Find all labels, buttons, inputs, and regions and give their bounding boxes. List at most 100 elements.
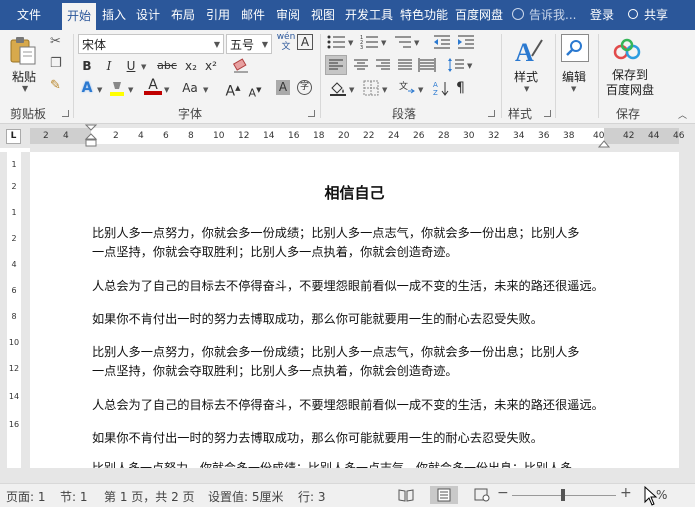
text-effects-button[interactable]: A xyxy=(78,79,96,97)
character-shading-button[interactable]: A xyxy=(276,80,290,95)
baidu-netdisk-icon[interactable] xyxy=(612,38,642,62)
sort-icon[interactable]: AZ xyxy=(432,79,450,97)
character-border-button[interactable]: A xyxy=(297,34,313,50)
tab-selector[interactable]: L xyxy=(6,129,21,144)
chevron-down-icon[interactable]: ▼ xyxy=(203,86,208,94)
superscript-button[interactable]: x² xyxy=(202,57,220,75)
paragraph-partial[interactable]: 比别人多一点努力，你就会多一份成绩；比别人多一点志气，你就会多一份出息；比别人多 xyxy=(92,461,572,468)
chevron-down-icon[interactable]: ▼ xyxy=(571,85,576,93)
paragraph[interactable]: 人总会为了自己的目标去不停得奋斗，不要埋怨眼前看似一成不变的生活，未来的路还很遥… xyxy=(92,396,622,415)
paragraph[interactable]: 比别人多一点努力，你就会多一份成绩；比别人多一点志气，你就会多一份出息；比别人多… xyxy=(92,224,622,262)
paste-icon[interactable] xyxy=(8,36,38,66)
chevron-down-icon[interactable]: ▼ xyxy=(467,62,472,70)
styles-button[interactable]: 样式 xyxy=(514,68,538,85)
paragraph[interactable]: 人总会为了自己的目标去不停得奋斗，不要埋怨眼前看似一成不变的生活，未来的路还很遥… xyxy=(92,277,622,296)
decrease-indent-icon[interactable] xyxy=(433,34,451,50)
paste-button[interactable]: 粘贴 xyxy=(12,68,36,85)
indent-marker-icon[interactable] xyxy=(84,124,98,148)
enclose-characters-button[interactable]: 字 xyxy=(297,80,312,95)
paragraph-launcher-icon[interactable] xyxy=(488,110,495,117)
chevron-down-icon[interactable]: ▼ xyxy=(382,86,387,94)
zoom-percent[interactable]: % xyxy=(656,488,667,502)
find-button[interactable] xyxy=(561,34,589,62)
document-title[interactable]: 相信自己 xyxy=(30,182,679,203)
right-indent-marker-icon[interactable] xyxy=(598,134,610,148)
bold-button[interactable]: B xyxy=(78,57,96,75)
tab-file[interactable]: 文件 xyxy=(8,0,50,30)
status-section[interactable]: 节: 1 xyxy=(60,488,88,505)
align-left-button[interactable] xyxy=(325,55,347,75)
collapse-ribbon-icon[interactable]: ︿ xyxy=(678,108,687,121)
multilevel-list-icon[interactable] xyxy=(393,34,413,50)
chevron-down-icon[interactable]: ▼ xyxy=(97,86,102,94)
highlight-button[interactable] xyxy=(108,79,126,97)
zoom-slider-thumb[interactable] xyxy=(561,489,565,501)
chevron-down-icon[interactable]: ▼ xyxy=(141,63,146,71)
font-name-select[interactable]: 宋体 ▼ xyxy=(78,34,224,54)
tab-layout[interactable]: 布局 xyxy=(168,0,198,30)
chevron-down-icon[interactable]: ▼ xyxy=(348,39,353,47)
paragraph[interactable]: 比别人多一点努力，你就会多一份成绩；比别人多一点志气，你就会多一份出息；比别人多… xyxy=(92,343,622,381)
italic-button[interactable]: I xyxy=(100,57,118,75)
clear-formatting-icon[interactable] xyxy=(232,58,250,74)
paragraph[interactable]: 如果你不肯付出一时的努力去博取成功，那么你可能就要用一生的耐心去忍受失败。 xyxy=(92,429,622,448)
tab-insert[interactable]: 插入 xyxy=(99,0,129,30)
web-layout-icon[interactable] xyxy=(474,488,490,502)
chevron-down-icon[interactable]: ▼ xyxy=(381,39,386,47)
chevron-down-icon[interactable]: ▼ xyxy=(524,85,529,93)
tab-mailings[interactable]: 邮件 xyxy=(238,0,268,30)
tab-design[interactable]: 设计 xyxy=(133,0,163,30)
chevron-down-icon[interactable]: ▼ xyxy=(414,39,419,47)
chevron-down-icon[interactable]: ▼ xyxy=(349,86,354,94)
font-size-select[interactable]: 五号 ▼ xyxy=(226,34,272,54)
align-center-icon[interactable] xyxy=(351,56,371,74)
shading-icon[interactable] xyxy=(328,79,348,97)
chevron-down-icon[interactable]: ▼ xyxy=(164,86,169,94)
status-row[interactable]: 行: 3 xyxy=(298,488,326,505)
line-spacing-icon[interactable] xyxy=(446,56,466,74)
chinese-layout-icon[interactable]: 文 xyxy=(398,79,416,97)
underline-button[interactable]: U xyxy=(122,57,140,75)
paste-dropdown-icon[interactable]: ▼ xyxy=(22,84,28,93)
read-mode-icon[interactable] xyxy=(398,488,414,502)
copy-icon[interactable]: ❐ xyxy=(50,56,62,71)
tab-references[interactable]: 引用 xyxy=(203,0,233,30)
paragraph[interactable]: 如果你不肯付出一时的努力去博取成功，那么你可能就要用一生的耐心去忍受失败。 xyxy=(92,310,622,329)
clipboard-launcher-icon[interactable] xyxy=(62,110,69,117)
editing-button[interactable]: 编辑 xyxy=(562,68,586,85)
status-page-count[interactable]: 第 1 页，共 2 页 xyxy=(104,488,195,505)
change-case-button[interactable]: Aa xyxy=(178,79,202,97)
tab-special[interactable]: 特色功能 xyxy=(398,0,450,30)
grow-font-button[interactable]: A▲ xyxy=(224,79,242,100)
login-button[interactable]: 登录 xyxy=(590,0,614,30)
zoom-out-icon[interactable]: − xyxy=(497,485,509,501)
tab-review[interactable]: 审阅 xyxy=(273,0,303,30)
strikethrough-button[interactable]: abc xyxy=(155,57,179,75)
font-color-button[interactable]: A xyxy=(144,77,162,95)
styles-icon[interactable]: A xyxy=(514,36,544,66)
tell-me-box[interactable]: 告诉我... xyxy=(512,0,576,30)
document-page[interactable]: 相信自己 比别人多一点努力，你就会多一份成绩；比别人多一点志气，你就会多一份出息… xyxy=(30,152,679,468)
cut-icon[interactable]: ✂ xyxy=(50,34,61,49)
distributed-icon[interactable] xyxy=(417,56,437,74)
font-launcher-icon[interactable] xyxy=(308,110,315,117)
tab-baidu-netdisk[interactable]: 百度网盘 xyxy=(452,0,506,30)
numbering-icon[interactable]: 123 xyxy=(360,34,380,50)
increase-indent-icon[interactable] xyxy=(457,34,475,50)
status-position[interactable]: 设置值: 5厘米 xyxy=(208,488,284,505)
subscript-button[interactable]: x₂ xyxy=(182,57,200,75)
tab-view[interactable]: 视图 xyxy=(308,0,338,30)
show-marks-icon[interactable]: ¶ xyxy=(456,80,465,96)
vertical-scrollbar[interactable] xyxy=(679,152,695,468)
zoom-in-icon[interactable]: + xyxy=(620,485,632,501)
tab-developer[interactable]: 开发工具 xyxy=(342,0,396,30)
borders-icon[interactable] xyxy=(362,79,380,97)
format-painter-icon[interactable]: ✎ xyxy=(50,78,61,93)
justify-icon[interactable] xyxy=(395,56,415,74)
bullets-icon[interactable] xyxy=(327,34,347,50)
phonetic-guide-button[interactable]: wén 文 xyxy=(276,32,296,52)
status-page[interactable]: 页面: 1 xyxy=(6,488,46,505)
align-right-icon[interactable] xyxy=(373,56,393,74)
share-button[interactable]: 共享 xyxy=(628,0,668,30)
print-layout-button[interactable] xyxy=(430,486,458,504)
